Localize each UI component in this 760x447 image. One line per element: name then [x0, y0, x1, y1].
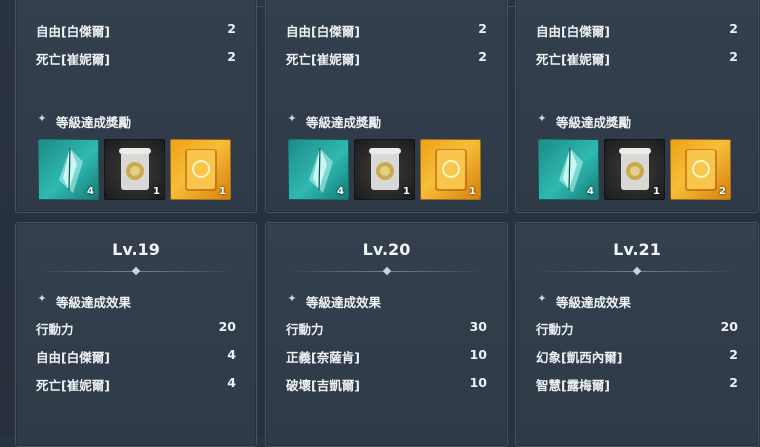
stat-name: 自由[白傑爾]: [286, 24, 360, 39]
item-quantity: 4: [87, 186, 94, 197]
stat-name: 死亡[崔妮爾]: [536, 52, 610, 67]
effect-value: 2: [729, 375, 738, 390]
effect-row: 自由[白傑爾] 4: [36, 347, 236, 367]
stat-value: 2: [227, 49, 236, 64]
effect-name: 行動力: [36, 322, 74, 337]
effect-row: 行動力 30: [286, 319, 487, 339]
sparkle-icon: ✦: [537, 292, 547, 305]
section-title: 等級達成獎勵: [56, 115, 132, 130]
effect-name: 破壞[吉凱爾]: [286, 378, 360, 393]
stat-value: 2: [478, 49, 487, 64]
sparkle-icon: ✦: [37, 112, 47, 125]
effect-row: 正義[奈薩肯] 10: [286, 347, 487, 367]
reward-item-book[interactable]: 1: [420, 139, 481, 200]
stat-value: 2: [227, 21, 236, 36]
divider-gem-icon: [382, 266, 391, 276]
stat-name: 死亡[崔妮爾]: [36, 52, 110, 67]
stat-name: 死亡[崔妮爾]: [286, 52, 360, 67]
reward-item-crystal[interactable]: 4: [538, 139, 599, 200]
reward-item-scroll[interactable]: 1: [604, 139, 665, 200]
effect-value: 20: [720, 319, 738, 334]
level-divider: [538, 266, 736, 276]
level-divider: [38, 266, 234, 276]
effect-row: 破壞[吉凱爾] 10: [286, 375, 487, 395]
item-quantity: 4: [337, 186, 344, 197]
effect-name: 正義[奈薩肯]: [286, 350, 360, 365]
stat-name: 自由[白傑爾]: [36, 24, 110, 39]
stat-value: 2: [729, 21, 738, 36]
effect-value: 4: [227, 375, 236, 390]
stat-row: 死亡[崔妮爾] 2: [36, 49, 236, 69]
level-card-top-1: 自由[白傑爾] 2 死亡[崔妮爾] 2 ✦ 等級達成獎勵 4 1 1: [15, 0, 257, 213]
stat-row: 自由[白傑爾] 2: [36, 21, 236, 41]
effect-value: 4: [227, 347, 236, 362]
level-card-lv20: Lv.20 ✦ 等級達成效果 行動力 30 正義[奈薩肯] 10 破壞[吉凱爾]…: [265, 222, 508, 447]
effect-row: 行動力 20: [36, 319, 236, 339]
reward-item-scroll[interactable]: 1: [354, 139, 415, 200]
level-title: Lv.20: [362, 240, 411, 259]
item-quantity: 4: [587, 186, 594, 197]
item-quantity: 1: [469, 186, 476, 197]
reward-item-crystal[interactable]: 4: [38, 139, 99, 200]
reward-items: 4 1 1: [288, 139, 488, 201]
section-title: 等級達成效果: [56, 295, 132, 310]
section-title: 等級達成獎勵: [306, 115, 382, 130]
reward-items: 4 1 1: [38, 139, 238, 201]
stat-row: 死亡[崔妮爾] 2: [536, 49, 738, 69]
reward-item-book[interactable]: 2: [670, 139, 731, 200]
level-title: Lv.19: [112, 240, 160, 259]
effect-name: 行動力: [536, 322, 574, 337]
item-quantity: 1: [153, 186, 160, 197]
section-title: 等級達成獎勵: [556, 115, 632, 130]
stat-row: 死亡[崔妮爾] 2: [286, 49, 487, 69]
effect-name: 行動力: [286, 322, 324, 337]
level-divider: [288, 266, 485, 276]
level-card-lv21: Lv.21 ✦ 等級達成效果 行動力 20 幻象[凱西內爾] 2 智慧[露梅爾]…: [515, 222, 759, 447]
effect-value: 20: [218, 319, 236, 334]
level-title: Lv.21: [613, 240, 661, 259]
effect-name: 幻象[凱西內爾]: [536, 350, 623, 365]
effect-row: 幻象[凱西內爾] 2: [536, 347, 738, 367]
level-card-top-3: 自由[白傑爾] 2 死亡[崔妮爾] 2 ✦ 等級達成獎勵 4 1 2: [515, 0, 759, 213]
level-card-top-2: 自由[白傑爾] 2 死亡[崔妮爾] 2 ✦ 等級達成獎勵 4 1 1: [265, 0, 508, 213]
reward-items: 4 1 2: [538, 139, 738, 201]
divider-gem-icon: [632, 266, 642, 276]
sparkle-icon: ✦: [537, 112, 547, 125]
stat-name: 自由[白傑爾]: [536, 24, 610, 39]
effect-row: 死亡[崔妮爾] 4: [36, 375, 236, 395]
divider-gem-icon: [131, 266, 141, 276]
reward-item-scroll[interactable]: 1: [104, 139, 165, 200]
effect-name: 死亡[崔妮爾]: [36, 378, 110, 393]
stat-value: 2: [729, 49, 738, 64]
effect-value: 10: [469, 347, 487, 362]
effect-row: 智慧[露梅爾] 2: [536, 375, 738, 395]
effect-value: 2: [729, 347, 738, 362]
reward-item-book[interactable]: 1: [170, 139, 231, 200]
level-card-lv19: Lv.19 ✦ 等級達成效果 行動力 20 自由[白傑爾] 4 死亡[崔妮爾] …: [15, 222, 257, 447]
effect-value: 30: [469, 319, 487, 334]
effect-name: 自由[白傑爾]: [36, 350, 110, 365]
stat-row: 自由[白傑爾] 2: [536, 21, 738, 41]
effect-value: 10: [469, 375, 487, 390]
reward-item-crystal[interactable]: 4: [288, 139, 349, 200]
item-quantity: 1: [653, 186, 660, 197]
stat-row: 自由[白傑爾] 2: [286, 21, 487, 41]
section-title: 等級達成效果: [556, 295, 632, 310]
effect-row: 行動力 20: [536, 319, 738, 339]
item-quantity: 1: [219, 186, 226, 197]
sparkle-icon: ✦: [287, 292, 297, 305]
stat-value: 2: [478, 21, 487, 36]
item-quantity: 1: [403, 186, 410, 197]
sparkle-icon: ✦: [37, 292, 47, 305]
item-quantity: 2: [719, 186, 726, 197]
sparkle-icon: ✦: [287, 112, 297, 125]
effect-name: 智慧[露梅爾]: [536, 378, 610, 393]
section-title: 等級達成效果: [306, 295, 382, 310]
